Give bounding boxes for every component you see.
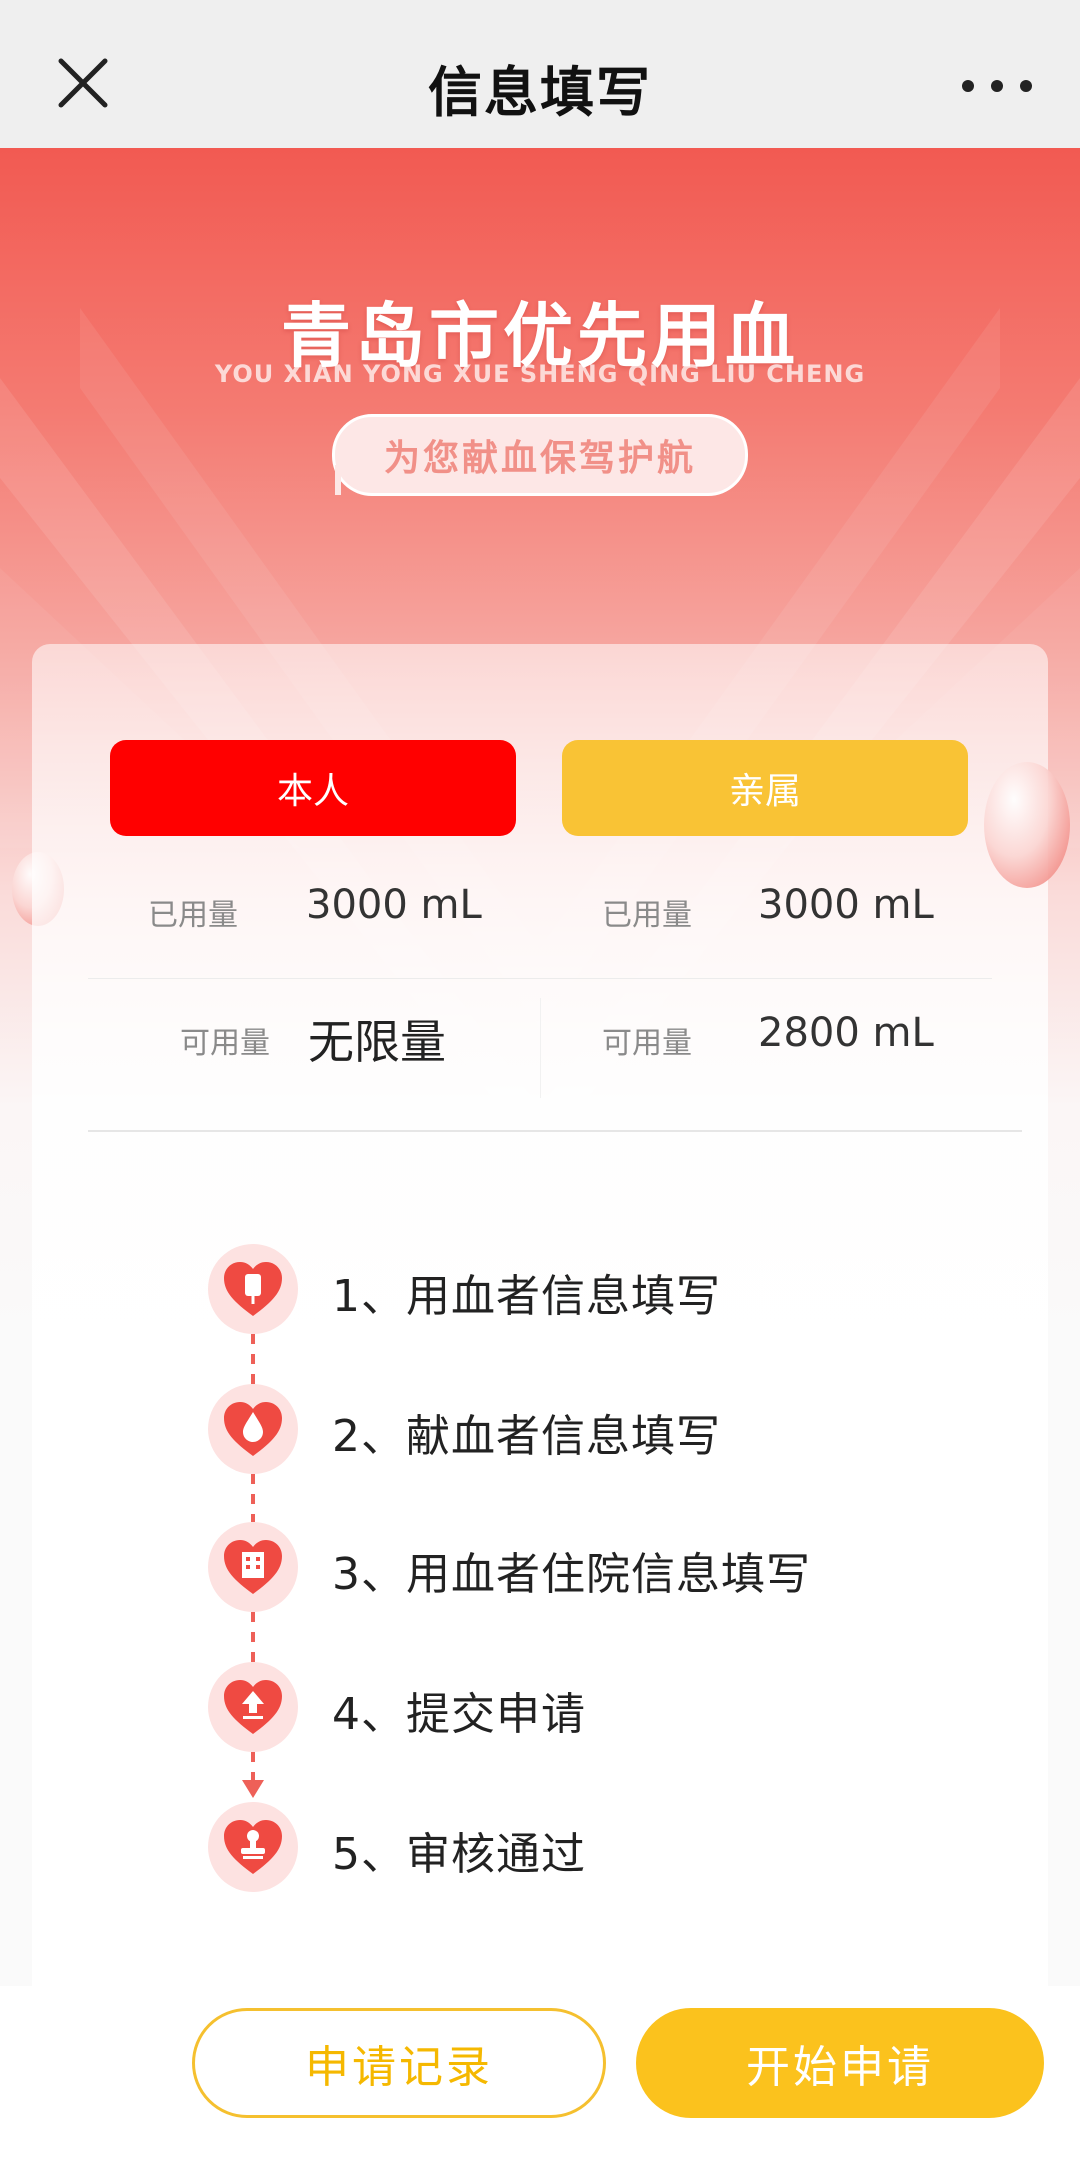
section-divider — [88, 1130, 1022, 1132]
application-record-button[interactable]: 申请记录 — [192, 2008, 606, 2118]
bottom-action-bar: 申请记录 开始申请 — [0, 1986, 1080, 2172]
stats-column-divider — [540, 998, 541, 1098]
page-title: 信息填写 — [428, 61, 652, 124]
relative-available-value: 2800 mL — [758, 1010, 934, 1056]
tab-self[interactable]: 本人 — [110, 740, 516, 836]
decorative-bubble-right — [984, 762, 1070, 888]
more-dots-icon — [962, 80, 974, 92]
tab-relative[interactable]: 亲属 — [562, 740, 968, 836]
self-available-value: 无限量 — [308, 1015, 446, 1069]
self-available-label: 可用量 — [180, 1026, 270, 1061]
more-dot — [1020, 80, 1032, 92]
relative-available-label: 可用量 — [602, 1026, 692, 1061]
slogan-badge: 为您献血保驾护航 — [332, 414, 748, 496]
page: 信息填写 青岛市优先用血 YOU XIAN YONG XUE SHENG QIN… — [0, 0, 1080, 2172]
more-dot — [991, 80, 1003, 92]
hero-subtitle: YOU XIAN YONG XUE SHENG QING LIU CHENG — [214, 360, 866, 388]
top-navigation-bar: 信息填写 — [0, 0, 1080, 148]
stats-row-divider — [88, 978, 992, 979]
relative-used-value: 3000 mL — [758, 882, 934, 928]
self-used-label: 已用量 — [148, 898, 238, 933]
start-application-button[interactable]: 开始申请 — [636, 2008, 1044, 2118]
more-button[interactable] — [962, 66, 1032, 106]
self-used-value: 3000 mL — [306, 882, 482, 928]
quota-card: 本人 亲属 已用量 3000 mL 可用量 无限量 已用量 3000 mL 可用… — [32, 644, 1048, 2064]
relative-used-label: 已用量 — [602, 898, 692, 933]
